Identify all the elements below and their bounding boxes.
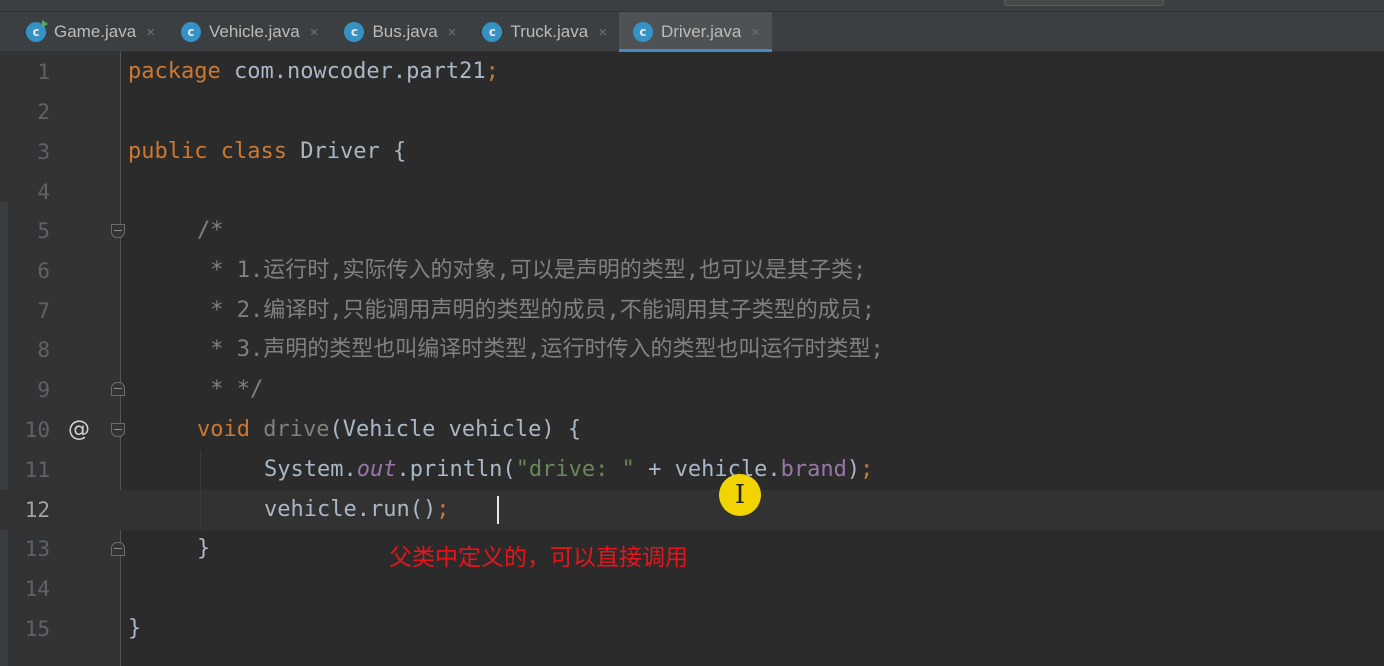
- run-class-icon: c: [26, 20, 48, 42]
- tab-label: Game.java: [54, 22, 137, 41]
- tab-driver-java[interactable]: c Driver.java ×: [618, 12, 773, 52]
- fold-collapse-icon[interactable]: [111, 423, 125, 437]
- line-number: 8: [37, 338, 50, 362]
- line-number: 2: [37, 100, 50, 124]
- fold-end-icon[interactable]: [111, 382, 125, 396]
- class-name: Driver: [300, 139, 380, 164]
- keyword: void: [197, 417, 250, 442]
- code-line-11: System.out.println("drive: " + vehicle.b…: [264, 450, 873, 490]
- method-name: drive: [263, 417, 330, 442]
- code-line-3: public class Driver {: [128, 132, 406, 172]
- close-icon[interactable]: ×: [448, 24, 457, 41]
- tab-vehicle-java[interactable]: c Vehicle.java ×: [167, 12, 331, 52]
- code-line-1: package com.nowcoder.part21;: [128, 52, 499, 92]
- code-line-12: vehicle.run();: [264, 490, 449, 530]
- editor-tab-bar: c Game.java × c Vehicle.java × c Bus.jav…: [0, 0, 1384, 52]
- tab-label: Vehicle.java: [208, 22, 300, 41]
- static-field: out: [356, 457, 397, 482]
- current-line-highlight: [0, 490, 1384, 530]
- method-call: vehicle.run(): [264, 497, 437, 522]
- line-number: 3: [37, 140, 50, 164]
- video-subtitle: 父类中定义的，可以直接调用: [389, 545, 688, 571]
- close-icon[interactable]: ×: [598, 24, 607, 41]
- line-number: 1: [37, 60, 50, 84]
- code-line-13: }: [197, 536, 211, 561]
- field-ref: brand: [780, 457, 847, 482]
- code-line-8: * 3.声明的类型也叫编译时类型,运行时传入的类型也叫运行时类型;: [197, 337, 884, 362]
- keyword: public: [128, 139, 208, 164]
- close-icon[interactable]: ×: [310, 24, 319, 41]
- close-paren: ): [846, 457, 861, 482]
- params: (Vehicle vehicle) {: [329, 417, 582, 442]
- code-line-7: * 2.编译时,只能调用声明的类型的成员,不能调用其子类型的成员;: [197, 298, 875, 323]
- concat: + vehicle.: [634, 457, 781, 482]
- tab-bus-java[interactable]: c Bus.java ×: [330, 12, 468, 52]
- fold-collapse-icon[interactable]: [111, 224, 125, 238]
- close-icon[interactable]: ×: [751, 24, 760, 41]
- override-marker-icon[interactable]: @: [68, 410, 90, 450]
- code-line-6: * 1.运行时,实际传入的对象,可以是声明的类型,也可以是其子类;: [197, 258, 867, 283]
- semicolon: ;: [485, 59, 499, 84]
- semicolon: ;: [436, 497, 450, 522]
- code-line-5: /*: [197, 218, 224, 243]
- class-icon: c: [632, 22, 653, 42]
- top-toolbar-strip: [0, 0, 1384, 12]
- semicolon: ;: [860, 457, 874, 482]
- line-number: 10: [24, 418, 50, 442]
- system-ref: System.: [264, 457, 357, 482]
- tab-label: Truck.java: [510, 22, 589, 41]
- line-number: 13: [24, 537, 50, 561]
- fold-end-icon[interactable]: [111, 542, 125, 556]
- toolbar-field[interactable]: [1004, 0, 1164, 6]
- code-line-10: void drive(Vehicle vehicle) {: [197, 410, 581, 450]
- line-number: 6: [37, 259, 50, 283]
- tabs: c Game.java × c Vehicle.java × c Bus.jav…: [12, 12, 773, 52]
- line-number: 5: [37, 219, 50, 243]
- brace: {: [379, 139, 407, 164]
- tab-label: Bus.java: [372, 22, 438, 41]
- text-cursor-icon: I: [734, 480, 746, 510]
- line-number: 15: [24, 617, 50, 641]
- string-literal: "drive: ": [515, 457, 635, 482]
- line-number-current: 12: [24, 498, 50, 522]
- code-line-9: * */: [197, 377, 264, 402]
- keyword: class: [220, 139, 287, 164]
- package-name: com.nowcoder.part21: [220, 59, 486, 84]
- method-call: .println(: [396, 457, 516, 482]
- indent-guide: [200, 450, 201, 530]
- code-line-15: }: [128, 616, 142, 641]
- class-icon: c: [344, 22, 365, 42]
- mouse-cursor-highlight: I: [719, 474, 761, 516]
- line-number: 7: [37, 299, 50, 323]
- tab-label: Driver.java: [660, 22, 742, 41]
- line-number: 14: [24, 577, 50, 601]
- close-icon[interactable]: ×: [146, 24, 155, 41]
- tab-truck-java[interactable]: c Truck.java ×: [468, 12, 619, 52]
- tab-game-java[interactable]: c Game.java ×: [12, 12, 167, 52]
- line-number: 4: [37, 180, 50, 204]
- line-number: 11: [24, 458, 50, 482]
- line-number: 9: [37, 378, 50, 402]
- text-caret: [497, 496, 499, 524]
- class-icon: c: [180, 22, 201, 42]
- keyword: package: [128, 59, 221, 84]
- class-icon: c: [482, 22, 503, 42]
